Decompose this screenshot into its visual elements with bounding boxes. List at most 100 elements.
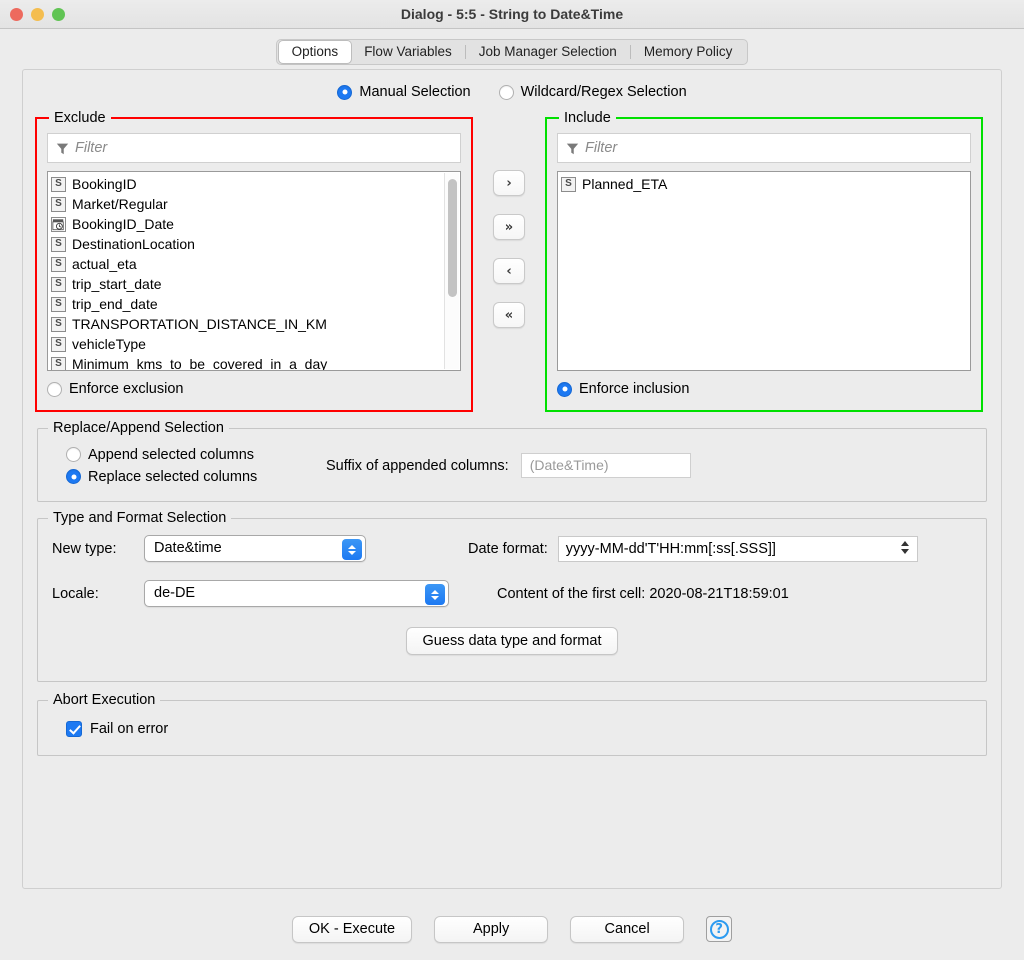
locale-label: Locale: [52, 586, 144, 602]
string-type-icon: S [51, 337, 66, 352]
move-all-left-button[interactable]: « [493, 302, 525, 328]
exclude-filter-placeholder: Filter [75, 140, 107, 156]
date-format-value: yyyy-MM-dd'T'HH:mm[:ss[.SSS]] [566, 541, 776, 557]
list-item[interactable]: S trip_start_date [51, 274, 460, 294]
ok-execute-button[interactable]: OK - Execute [292, 916, 412, 943]
list-item-label: Planned_ETA [582, 176, 667, 192]
help-button[interactable]: ? [706, 916, 732, 942]
list-item-label: BookingID [72, 176, 137, 192]
guess-data-type-and-format-button[interactable]: Guess data type and format [406, 627, 619, 655]
first-cell-content: Content of the first cell: 2020-08-21T18… [497, 586, 789, 602]
close-window-icon[interactable] [10, 8, 23, 21]
chevron-updown-icon[interactable] [901, 541, 909, 554]
radio-replace-columns[interactable]: Replace selected columns [66, 469, 257, 485]
radio-enforce-inclusion[interactable]: Enforce inclusion [557, 381, 689, 397]
filter-funnel-icon [56, 142, 69, 155]
radio-enforce-inclusion-dot [557, 382, 572, 397]
move-all-right-button[interactable]: » [493, 214, 525, 240]
tab-options[interactable]: Options [279, 41, 352, 63]
string-type-icon: S [51, 237, 66, 252]
radio-enforce-exclusion-dot [47, 382, 62, 397]
exclude-list[interactable]: S BookingID S Market/Regular [47, 171, 461, 371]
minimize-window-icon[interactable] [31, 8, 44, 21]
exclude-enforce-row: Enforce exclusion [47, 381, 461, 400]
list-item[interactable]: S BookingID [51, 174, 460, 194]
type-format-legend: Type and Format Selection [48, 510, 231, 526]
string-type-icon: S [51, 257, 66, 272]
list-item[interactable]: S Minimum_kms_to_be_covered_in_a_day [51, 354, 460, 371]
exclude-filter-input[interactable]: Filter [47, 133, 461, 163]
tab-memory-policy[interactable]: Memory Policy [631, 41, 746, 63]
include-panel: Include Filter S Planned_ETA En [545, 117, 983, 412]
include-list[interactable]: S Planned_ETA [557, 171, 971, 371]
list-item[interactable]: S Planned_ETA [561, 174, 970, 194]
list-item[interactable]: S vehicleType [51, 334, 460, 354]
exclude-list-scrollbar[interactable] [444, 173, 459, 369]
window-titlebar: Dialog - 5:5 - String to Date&Time [0, 0, 1024, 29]
locale-value: de-DE [154, 585, 195, 601]
transfer-button-group: › » ‹ « [473, 108, 545, 328]
cancel-button[interactable]: Cancel [570, 916, 684, 943]
chevron-updown-icon[interactable] [342, 539, 362, 560]
radio-wildcard-regex-selection[interactable]: Wildcard/Regex Selection [499, 84, 687, 100]
selection-mode-row: Manual Selection Wildcard/Regex Selectio… [35, 84, 989, 100]
list-item-label: Market/Regular [72, 196, 168, 212]
replace-append-group: Replace/Append Selection Append selected… [37, 428, 987, 503]
list-item[interactable]: S Market/Regular [51, 194, 460, 214]
locale-row: Locale: de-DE Content of the first cell:… [52, 580, 972, 607]
date-format-label: Date format: [468, 541, 548, 557]
traffic-lights [0, 8, 65, 21]
radio-wildcard-regex-selection-dot [499, 85, 514, 100]
list-item-label: DestinationLocation [72, 236, 195, 252]
list-item[interactable]: S DestinationLocation [51, 234, 460, 254]
apply-button[interactable]: Apply [434, 916, 548, 943]
dialog-footer: OK - Execute Apply Cancel ? [0, 898, 1024, 960]
replace-append-legend: Replace/Append Selection [48, 420, 229, 436]
suffix-placeholder: (Date&Time) [530, 457, 609, 473]
include-filter-input[interactable]: Filter [557, 133, 971, 163]
move-right-button[interactable]: › [493, 170, 525, 196]
exclude-list-scrollbar-thumb[interactable] [448, 179, 457, 297]
string-type-icon: S [561, 177, 576, 192]
string-type-icon: S [51, 197, 66, 212]
list-item-label: trip_end_date [72, 296, 158, 312]
suffix-input[interactable]: (Date&Time) [521, 453, 691, 478]
column-filter-area: Exclude Filter S BookingID S Market/Regu… [35, 108, 989, 412]
list-item[interactable]: S actual_eta [51, 254, 460, 274]
window-title: Dialog - 5:5 - String to Date&Time [0, 6, 1024, 22]
new-type-label: New type: [52, 541, 144, 557]
list-item[interactable]: S TRANSPORTATION_DISTANCE_IN_KM [51, 314, 460, 334]
radio-append-columns[interactable]: Append selected columns [66, 447, 254, 463]
suffix-label: Suffix of appended columns: [326, 458, 509, 474]
radio-enforce-exclusion[interactable]: Enforce exclusion [47, 381, 183, 397]
include-enforce-row: Enforce inclusion [557, 381, 971, 400]
string-type-icon: S [51, 357, 66, 372]
zoom-window-icon[interactable] [52, 8, 65, 21]
exclude-legend: Exclude [49, 109, 111, 127]
list-item[interactable]: S trip_end_date [51, 294, 460, 314]
move-left-button[interactable]: ‹ [493, 258, 525, 284]
string-type-icon: S [51, 297, 66, 312]
fail-on-error-checkbox[interactable]: Fail on error [66, 721, 168, 737]
date-format-combo[interactable]: yyyy-MM-dd'T'HH:mm[:ss[.SSS]] [558, 536, 918, 562]
list-item-label: BookingID_Date [72, 216, 174, 232]
tab-flow-variables[interactable]: Flow Variables [351, 41, 465, 63]
tab-job-manager-selection[interactable]: Job Manager Selection [466, 41, 630, 63]
include-filter-placeholder: Filter [585, 140, 617, 156]
new-type-select[interactable]: Date&time [144, 535, 366, 562]
tab-bar: Options Flow Variables Job Manager Selec… [0, 29, 1024, 65]
radio-enforce-inclusion-label: Enforce inclusion [579, 381, 689, 397]
abort-execution-group: Abort Execution Fail on error [37, 700, 987, 756]
help-icon: ? [710, 920, 729, 939]
options-panel: Manual Selection Wildcard/Regex Selectio… [22, 69, 1002, 889]
string-type-icon: S [51, 277, 66, 292]
exclude-panel: Exclude Filter S BookingID S Market/Regu… [35, 117, 473, 412]
radio-manual-selection[interactable]: Manual Selection [337, 84, 470, 100]
list-item[interactable]: BookingID_Date [51, 214, 460, 234]
filter-funnel-icon [566, 142, 579, 155]
list-item-label: vehicleType [72, 336, 146, 352]
list-item-label: Minimum_kms_to_be_covered_in_a_day [72, 356, 327, 371]
chevron-updown-icon[interactable] [425, 584, 445, 605]
locale-select[interactable]: de-DE [144, 580, 449, 607]
string-type-icon: S [51, 177, 66, 192]
